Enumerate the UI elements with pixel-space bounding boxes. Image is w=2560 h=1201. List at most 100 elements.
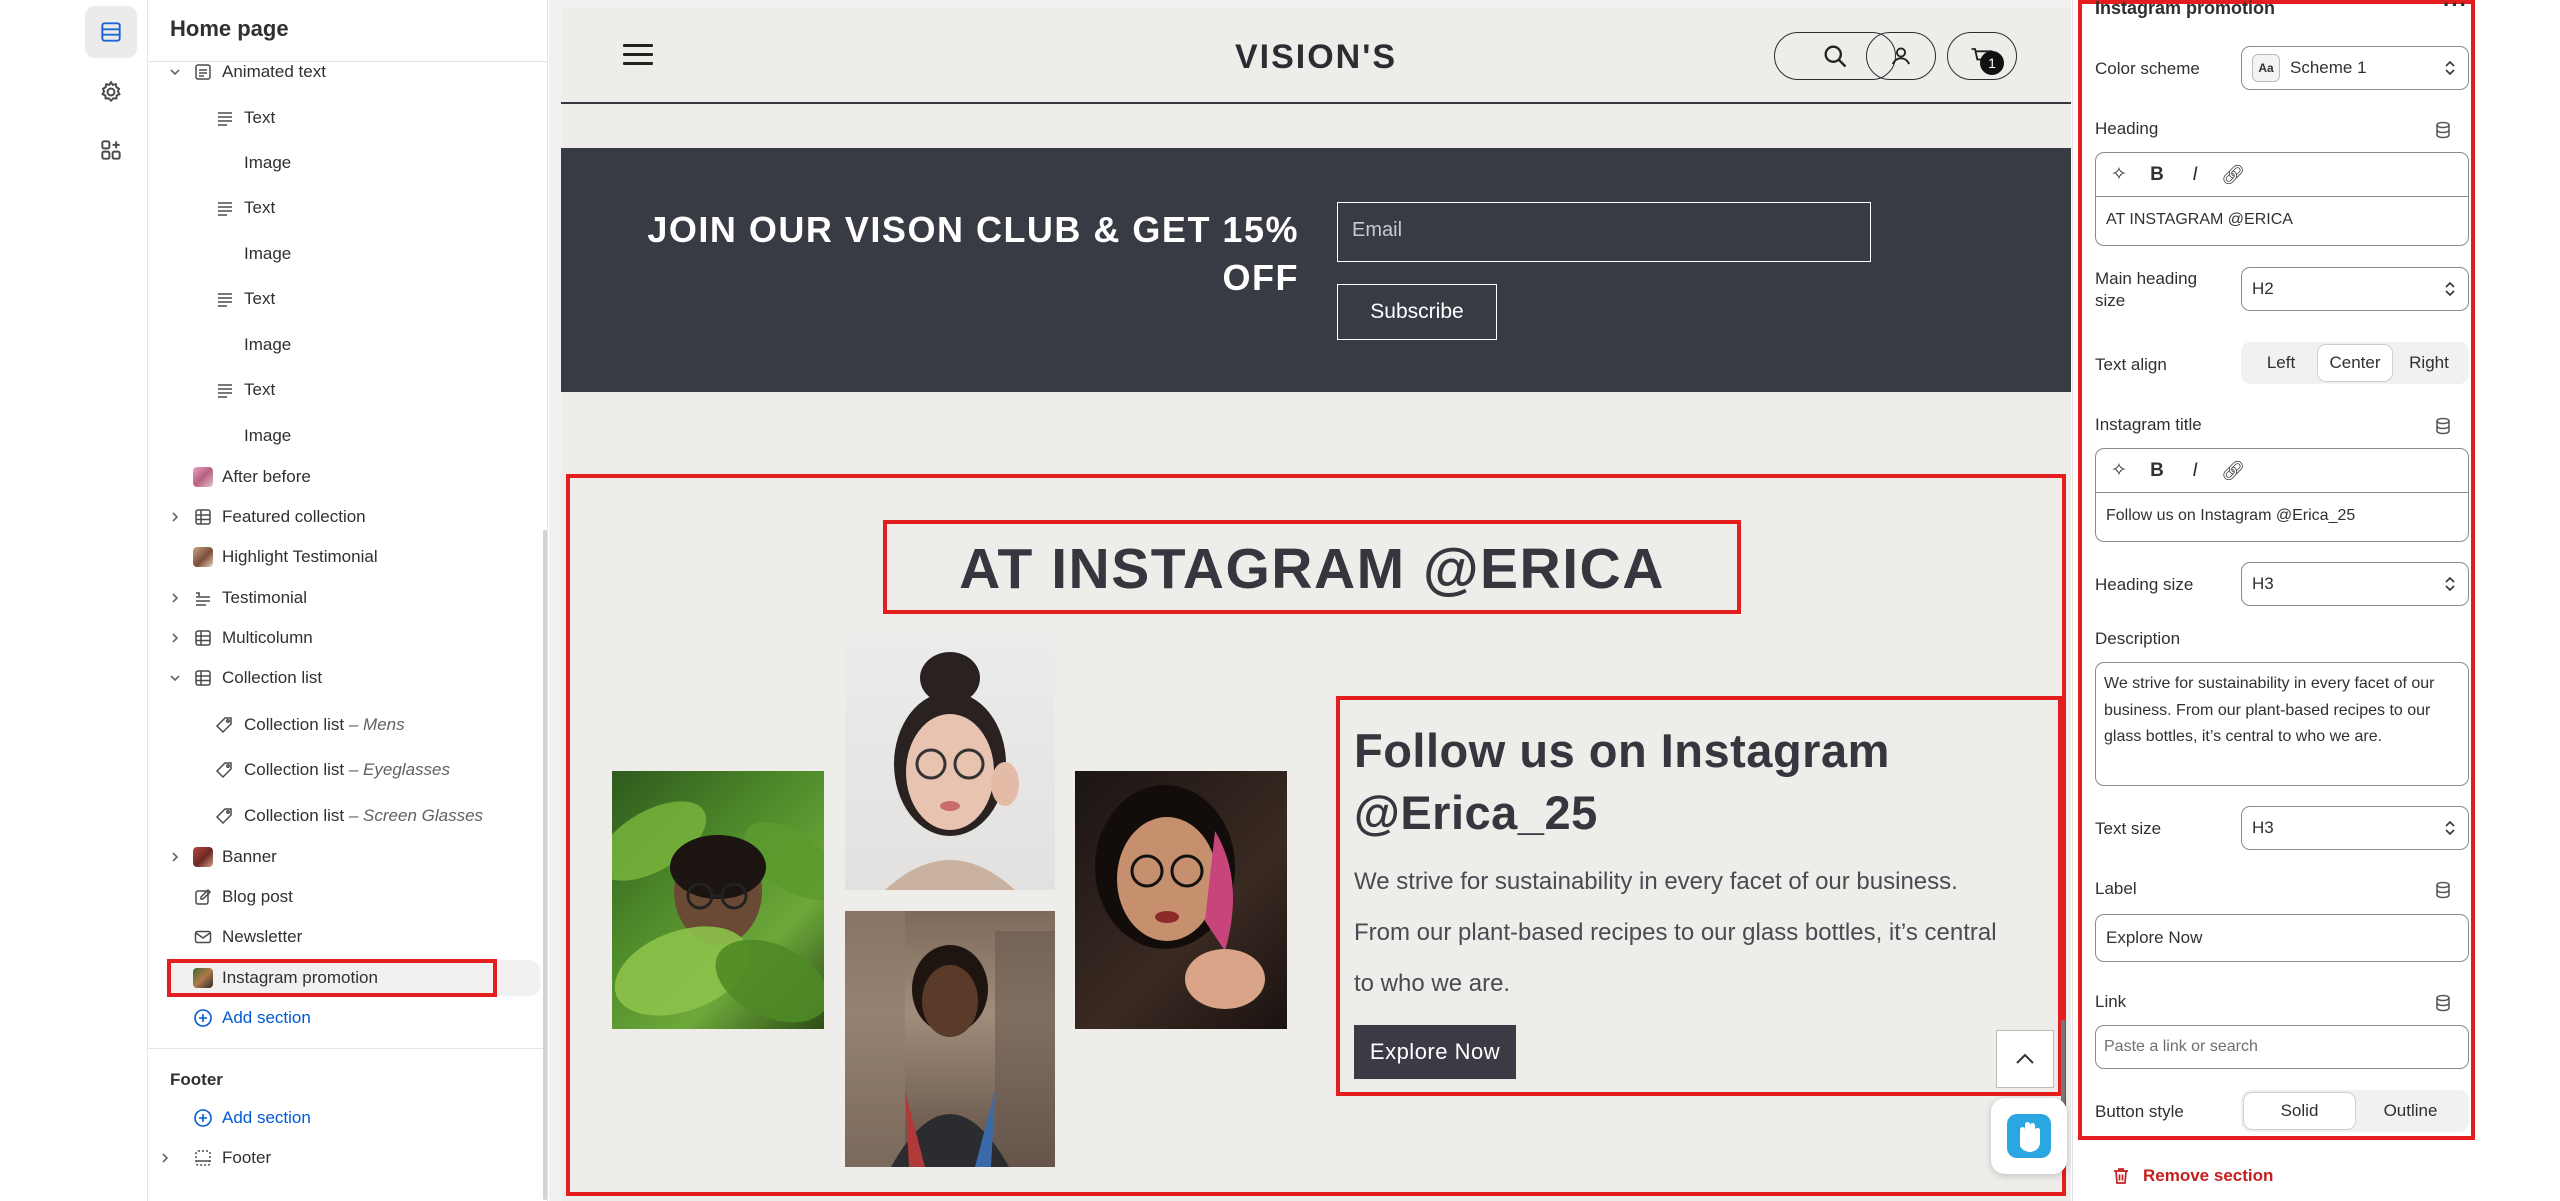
tree-item[interactable]: Image (148, 236, 548, 272)
plus-circle-icon (192, 1107, 214, 1129)
tree-item[interactable]: After before (148, 459, 548, 495)
account-button[interactable] (1866, 32, 1936, 80)
dynamic-source-icon[interactable] (2433, 993, 2453, 1013)
color-scheme-label: Color scheme (2095, 59, 2200, 78)
heading-text[interactable]: AT INSTAGRAM @ERICA (2096, 197, 2468, 243)
link-icon[interactable]: 🔗︎ (2220, 458, 2246, 484)
chevron-right-icon[interactable] (158, 1151, 172, 1165)
cart-button[interactable]: 1 (1947, 32, 2017, 80)
heading-size-select[interactable]: H3 (2241, 562, 2469, 606)
instagram-title-editor[interactable]: ✧ B I 🔗︎ Follow us on Instagram @Erica_2… (2095, 448, 2469, 542)
chevron-down-icon[interactable] (168, 671, 182, 685)
chevron-down-icon[interactable] (168, 65, 182, 79)
tree-item-label: Newsletter (222, 927, 303, 946)
chat-widget-button[interactable] (1991, 1098, 2067, 1174)
tree-item[interactable]: Newsletter (148, 919, 548, 955)
link-icon[interactable]: 🔗︎ (2220, 162, 2246, 188)
dynamic-source-icon[interactable] (2433, 880, 2453, 900)
tree-item[interactable]: Blog post (148, 879, 548, 915)
tree-item-label: Collection list (222, 668, 323, 687)
button-style-solid-option[interactable]: Solid (2244, 1093, 2355, 1129)
align-right-option[interactable]: Right (2392, 345, 2466, 381)
settings-nav-button[interactable] (85, 66, 137, 118)
link-input[interactable]: Paste a link or search (2095, 1025, 2469, 1069)
text-align-label: Text align (2095, 355, 2167, 374)
tree-item[interactable]: Text (148, 281, 548, 317)
italic-icon[interactable]: I (2182, 458, 2208, 484)
tree-item-label: Text (244, 289, 276, 308)
button-style-outline-option[interactable]: Outline (2355, 1093, 2466, 1129)
tree-item[interactable]: Highlight Testimonial (148, 539, 548, 575)
tree-item[interactable]: Multicolumn (148, 620, 548, 656)
store-header: VISION'S 1 (561, 8, 2071, 104)
tree-item-label: Animated text (222, 62, 326, 81)
magic-icon[interactable]: ✧ (2106, 458, 2132, 484)
tree-item[interactable]: Text (148, 190, 548, 226)
text-align-toggle: Left Center Right (2241, 342, 2469, 384)
dynamic-source-icon[interactable] (2433, 416, 2453, 436)
tree-item[interactable]: Collection list – Eyeglasses (148, 752, 548, 788)
dynamic-source-icon[interactable] (2433, 120, 2453, 140)
label-field-label: Label (2095, 879, 2137, 898)
email-input[interactable]: Email (1337, 202, 1871, 262)
align-left-option[interactable]: Left (2244, 345, 2318, 381)
tree-item[interactable]: Image (148, 327, 548, 363)
footer-add-section-button[interactable]: Add section (148, 1100, 548, 1136)
instagram-title-text[interactable]: Follow us on Instagram @Erica_25 (2096, 493, 2468, 539)
chevron-up-icon (2016, 1053, 2034, 1064)
tree-item[interactable]: Text (148, 100, 548, 136)
apps-nav-button[interactable] (85, 124, 137, 176)
bold-icon[interactable]: B (2144, 162, 2170, 188)
color-scheme-value: Scheme 1 (2290, 58, 2367, 77)
main-heading-size-select[interactable]: H2 (2241, 267, 2469, 311)
sections-nav-button[interactable] (85, 6, 137, 58)
remove-section-button[interactable]: Remove section (2111, 1166, 2273, 1186)
chevron-right-icon[interactable] (168, 510, 182, 524)
bold-icon[interactable]: B (2144, 458, 2170, 484)
tree-item-footer[interactable]: Footer (148, 1140, 548, 1176)
tree-item-label: Featured collection (222, 507, 366, 526)
text-size-select[interactable]: H3 (2241, 806, 2469, 850)
chevron-right-icon[interactable] (168, 850, 182, 864)
chevron-right-icon[interactable] (168, 591, 182, 605)
description-textarea[interactable]: We strive for sustainability in every fa… (2095, 662, 2469, 786)
tree-item[interactable]: Banner (148, 839, 548, 875)
heading-size-label: Heading size (2095, 575, 2194, 594)
tree-item[interactable]: Text (148, 372, 548, 408)
section-thumbnail-icon (192, 546, 214, 568)
tree-item[interactable]: Animated text (148, 54, 548, 90)
add-section-button[interactable]: Add section (148, 1000, 548, 1036)
tree-scrollbar[interactable] (543, 530, 547, 1200)
back-to-top-button[interactable] (1996, 1030, 2054, 1088)
text-lines-icon (214, 197, 236, 219)
tree-item[interactable]: Collection list – Screen Glasses (148, 798, 548, 834)
tree-item[interactable]: Collection list (148, 660, 548, 696)
instagram-promotion-section[interactable]: AT INSTAGRAM @ERICA Follow us on Instagr… (566, 474, 2066, 1196)
tree-item-label: Text (244, 108, 276, 127)
tree-item[interactable]: Testimonial (148, 580, 548, 616)
tree-item[interactable]: Featured collection (148, 499, 548, 535)
italic-icon[interactable]: I (2182, 162, 2208, 188)
section-thumbnail-icon (192, 466, 214, 488)
tree-item[interactable]: Collection list – Mens (148, 707, 548, 743)
preview-scrollbar[interactable] (2061, 1020, 2065, 1104)
magic-icon[interactable]: ✧ (2106, 162, 2132, 188)
explore-now-button[interactable]: Explore Now (1354, 1025, 1516, 1079)
tree-item-sublabel: – Mens (344, 715, 405, 734)
page-title: Home page (170, 16, 289, 41)
tree-item-label: Multicolumn (222, 628, 313, 647)
tree-item[interactable]: Image (148, 145, 548, 181)
tree-item[interactable]: Image (148, 418, 548, 454)
heading-editor[interactable]: ✧ B I 🔗︎ AT INSTAGRAM @ERICA (2095, 152, 2469, 246)
label-input[interactable]: Explore Now (2095, 914, 2469, 962)
tree-item-label: Blog post (222, 887, 293, 906)
editor-toolbar: ✧ B I 🔗︎ (2096, 153, 2468, 197)
more-actions-button[interactable]: ··· (2443, 0, 2468, 18)
remove-section-label: Remove section (2143, 1166, 2274, 1185)
align-center-option[interactable]: Center (2318, 345, 2392, 381)
color-scheme-select[interactable]: Aa Scheme 1 (2241, 46, 2469, 90)
subscribe-button[interactable]: Subscribe (1337, 284, 1497, 340)
select-arrows-icon (2445, 820, 2455, 836)
tree-item-label: Collection list – Eyeglasses (244, 760, 450, 779)
chevron-right-icon[interactable] (168, 631, 182, 645)
